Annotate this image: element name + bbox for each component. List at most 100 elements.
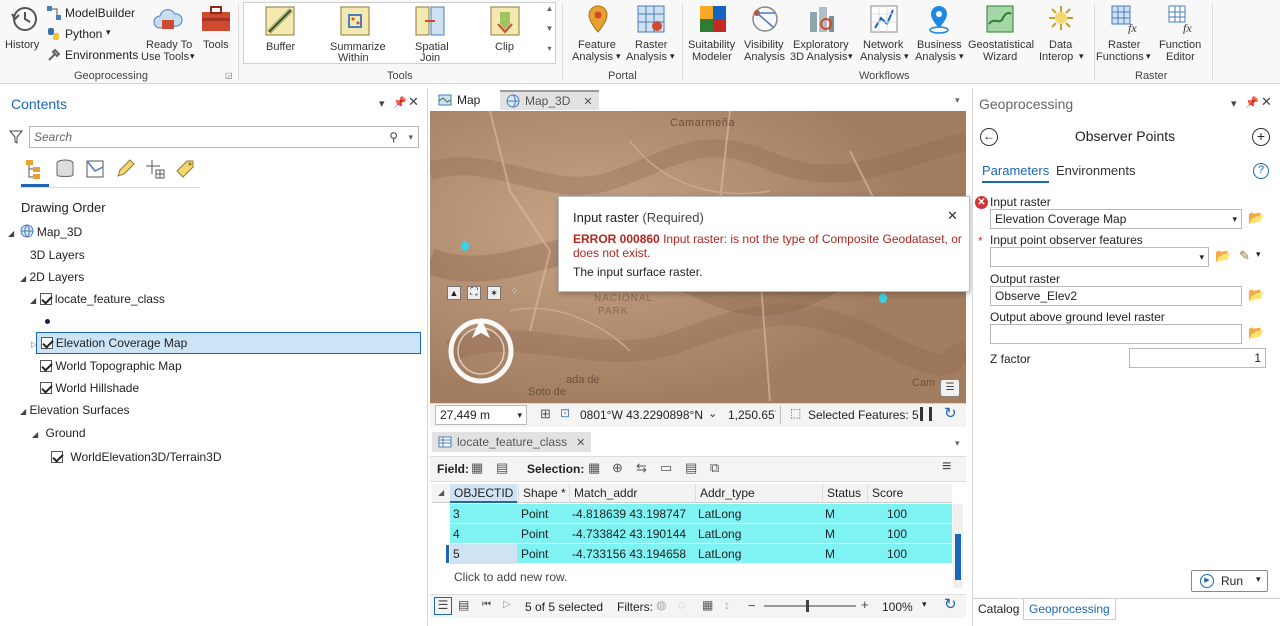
column-addr-type[interactable]: Addr_type <box>695 484 821 503</box>
input-raster-select[interactable]: Elevation Coverage Map ▾ <box>990 209 1242 229</box>
output-agl-browse-folder-icon[interactable]: 📂 <box>1248 325 1264 341</box>
layer-visibility-checkbox[interactable] <box>51 451 63 463</box>
layers-3d-node[interactable]: 3D Layers <box>30 248 85 262</box>
tooltip-close-icon[interactable]: ✕ <box>947 208 958 224</box>
table-row[interactable]: 3 Point -4.818639 43.198747 LatLong M 10… <box>450 504 952 524</box>
zoom-slider-thumb[interactable] <box>806 600 809 612</box>
function-editor-button[interactable]: fx Function Editor <box>1156 2 1208 64</box>
show-all-records-icon[interactable]: ☰ <box>434 597 452 615</box>
output-raster-browse-folder-icon[interactable]: 📂 <box>1248 287 1264 303</box>
column-score[interactable]: Score <box>867 484 911 503</box>
create-features-dropdown-icon[interactable]: ▾ <box>1256 249 1261 260</box>
table-menu-dropdown-icon[interactable]: ▾ <box>955 438 960 449</box>
add-new-row[interactable]: Click to add new row. <box>454 570 567 584</box>
list-by-labeling-icon[interactable] <box>174 158 196 180</box>
tab-map[interactable]: Map <box>432 90 486 110</box>
help-icon[interactable]: ? <box>1253 163 1269 179</box>
raster-analysis-button[interactable]: Raster Analysis ▾ <box>626 2 678 64</box>
zoom-dropdown-icon[interactable]: ▾ <box>922 599 927 610</box>
python-dropdown-icon[interactable]: ▾ <box>106 27 111 38</box>
selected-features-text[interactable]: Selected Features: 5 <box>808 408 919 422</box>
output-raster-input[interactable]: Observe_Elev2 <box>990 286 1242 306</box>
gallery-scroll-down[interactable]: ▼ <box>544 24 555 42</box>
calculate-field-icon[interactable]: ▤ <box>496 460 508 476</box>
map-3d-node[interactable]: ◢ Map_3D <box>8 224 82 239</box>
scrollbar-thumb[interactable] <box>955 534 961 580</box>
run-dropdown-icon[interactable]: ▾ <box>1256 574 1261 585</box>
zoom-in-icon[interactable]: + <box>861 597 869 612</box>
collapse-arrow-icon[interactable]: ◢ <box>32 430 38 439</box>
column-status[interactable]: Status <box>822 484 866 503</box>
expand-arrow-icon[interactable]: ▷ <box>31 340 37 349</box>
contents-close-icon[interactable]: ✕ <box>408 94 419 110</box>
next-record-icon[interactable]: ▷ <box>503 599 511 610</box>
search-dropdown-icon[interactable]: ▾ <box>408 128 413 146</box>
switch-selection-icon[interactable]: ⇆ <box>636 460 647 476</box>
column-match-addr[interactable]: Match_addr <box>569 484 694 503</box>
gp-close-icon[interactable]: ✕ <box>1261 94 1272 110</box>
layer-visibility-checkbox[interactable] <box>40 382 52 394</box>
navigator-compass[interactable] <box>446 316 516 386</box>
layer-visibility-checkbox[interactable] <box>39 293 52 305</box>
table-zoom-value[interactable]: 100% <box>882 600 913 614</box>
gallery-expand[interactable]: ▾ <box>544 44 555 62</box>
point-feature-marker[interactable] <box>461 241 469 251</box>
select-by-attributes-icon[interactable]: ▦ <box>588 460 600 476</box>
close-tab-icon[interactable]: ✕ <box>576 436 585 449</box>
input-observer-dropdown-icon[interactable]: ▾ <box>1199 248 1204 266</box>
create-features-pencil-icon[interactable]: ✎ <box>1239 248 1250 264</box>
scale-input[interactable]: 27,449 m ▾ <box>435 405 527 425</box>
nav-first-person-button[interactable]: ✶ <box>487 286 501 300</box>
zoom-out-icon[interactable]: − <box>748 598 756 613</box>
ground-node[interactable]: ◢ Ground <box>32 426 86 440</box>
contents-pin-icon[interactable]: 📌 <box>393 96 407 109</box>
add-field-icon[interactable]: ▦ <box>471 460 483 476</box>
modelbuilder-button[interactable]: ModelBuilder <box>46 5 146 21</box>
copy-selected-icon[interactable]: ⧉ <box>710 460 719 476</box>
layers-2d-node[interactable]: ◢ 2D Layers <box>20 270 84 284</box>
gp-pin-icon[interactable]: 📌 <box>1245 96 1259 109</box>
coordinate-system-icon[interactable]: ⊡ <box>560 406 570 420</box>
collapse-arrow-icon[interactable]: ◢ <box>30 296 36 305</box>
tab-catalog[interactable]: Catalog <box>978 602 1019 616</box>
gp-menu-icon[interactable]: ▾ <box>1231 97 1237 110</box>
filter-extent-icon[interactable]: ◍ <box>656 598 666 612</box>
scale-dropdown-icon[interactable]: ▾ <box>517 406 522 424</box>
tools-button[interactable]: Tools <box>198 2 234 58</box>
collapse-arrow-icon[interactable]: ◢ <box>8 229 14 238</box>
collapse-arrow-icon[interactable]: ◢ <box>20 274 26 283</box>
geostatistical-wizard-button[interactable]: Geostatistical Wizard <box>966 2 1036 64</box>
tab-parameters[interactable]: Parameters <box>982 163 1050 183</box>
pause-drawing-button[interactable] <box>920 407 932 421</box>
summarize-within-button[interactable]: Summarize Within <box>326 4 386 64</box>
filter-visible-icon[interactable]: ◌ <box>678 598 685 612</box>
environments-button[interactable]: Environments <box>46 47 146 63</box>
layer-world-topographic[interactable]: World Topographic Map <box>40 359 182 373</box>
nav-full-extent-button[interactable]: ⛶ <box>467 286 481 300</box>
column-objectid[interactable]: OBJECTID * <box>450 484 517 519</box>
gallery-scroll-up[interactable]: ▲ <box>544 4 555 22</box>
tab-attribute-table[interactable]: locate_feature_class ✕ <box>432 432 592 452</box>
tab-map-3d[interactable]: Map_3D ✕ <box>500 90 599 110</box>
terrain-layer[interactable]: WorldElevation3D/Terrain3D <box>51 450 222 464</box>
table-vertical-scrollbar[interactable] <box>953 504 963 588</box>
feature-analysis-button[interactable]: Feature Analysis ▾ <box>572 2 624 64</box>
nav-zoom-up-button[interactable]: ▲ <box>447 286 461 300</box>
list-by-snapping-icon[interactable] <box>144 158 166 180</box>
collapse-arrow-icon[interactable]: ◢ <box>20 407 26 416</box>
table-refresh-icon[interactable]: ↻ <box>944 595 957 613</box>
nav-options-icon[interactable]: ⁘ <box>510 286 518 297</box>
first-record-icon[interactable]: ⏮ <box>482 599 491 610</box>
z-factor-input[interactable]: 1 <box>1129 348 1266 368</box>
column-shape[interactable]: Shape * <box>518 484 568 503</box>
spatial-join-button[interactable]: Spatial Join <box>404 4 458 64</box>
view-menu-dropdown-icon[interactable]: ▾ <box>955 95 960 106</box>
input-observer-select[interactable]: ▾ <box>990 247 1209 267</box>
contents-menu-icon[interactable]: ▾ <box>379 97 385 110</box>
elevation-surfaces-node[interactable]: ◢ Elevation Surfaces <box>20 403 130 417</box>
input-observer-browse-folder-icon[interactable]: 📂 <box>1215 248 1231 264</box>
list-by-drawing-order-icon[interactable] <box>24 158 46 180</box>
geoprocessing-launcher-icon[interactable]: ◲ <box>225 71 233 80</box>
history-button[interactable]: History <box>3 2 43 58</box>
business-analysis-button[interactable]: Business Analysis ▾ <box>914 2 966 64</box>
